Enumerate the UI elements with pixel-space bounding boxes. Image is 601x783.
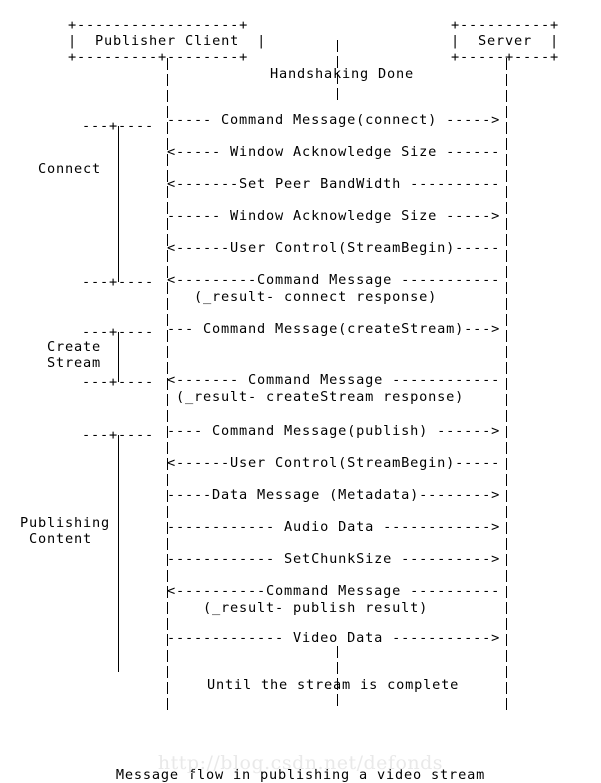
- message-set-peer-bandwidth: <-------Set Peer BandWidth ----------: [167, 176, 501, 192]
- message-create-stream-result: <------- Command Message ------------: [167, 372, 501, 388]
- message-audio-data: ------------ Audio Data ------------>: [167, 519, 501, 535]
- message-publish-result: <----------Command Message ----------: [167, 583, 501, 599]
- message-publish-result-detail: (_result- publish result): [203, 600, 429, 616]
- message-window-ack-2: ------ Window Acknowledge Size ----->: [167, 208, 501, 224]
- message-create-stream-result-detail: (_result- createStream response): [176, 389, 465, 405]
- message-video-data: ------------- Video Data ----------->: [167, 630, 501, 646]
- message-window-ack-1: <----- Window Acknowledge Size ------: [167, 144, 501, 160]
- phase-label-create-stream-line2: Stream: [47, 355, 102, 371]
- message-connect: ----- Command Message(connect) ----->: [167, 112, 501, 128]
- message-set-chunk-size: ------------ SetChunkSize ---------->: [167, 551, 501, 567]
- server-box-bottom-border: +-----+----+: [451, 49, 560, 65]
- message-connect-result: <---------Command Message -----------: [167, 272, 501, 288]
- phase-label-connect: Connect: [38, 161, 102, 177]
- message-create-stream: --- Command Message(createStream)--->: [167, 321, 501, 337]
- site-watermark: http://blog.csdn.net/defonds: [157, 752, 444, 774]
- message-data-metadata: -----Data Message (Metadata)-------->: [167, 487, 501, 503]
- ascii-sequence-diagram: +------------------+ | Publisher Client …: [0, 0, 601, 780]
- message-user-control-1: <------User Control(StreamBegin)-----: [167, 240, 501, 256]
- note-until-stream-complete: Until the stream is complete: [207, 677, 460, 693]
- phase-label-create-stream-line1: Create: [47, 339, 102, 355]
- server-box-label-row: | Server |: [451, 33, 560, 49]
- note-handshaking-done: Handshaking Done: [270, 66, 415, 82]
- message-publish: ---- Command Message(publish) ------>: [167, 423, 501, 439]
- message-user-control-2: <------User Control(StreamBegin)-----: [167, 455, 501, 471]
- server-box-top-border: +----------+: [451, 17, 560, 33]
- server-lifeline: [506, 58, 507, 710]
- message-connect-result-detail: (_result- connect response): [194, 289, 438, 305]
